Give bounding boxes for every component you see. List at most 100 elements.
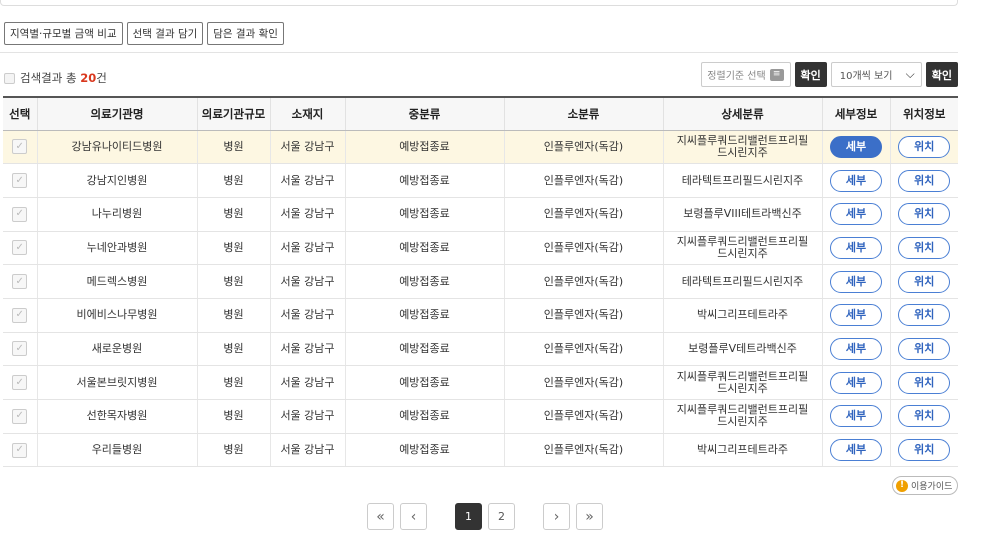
location-info-cell: 위치 — [889, 197, 958, 232]
detail-button[interactable]: 세부 — [830, 337, 882, 360]
mid-category-cell: 예방접종료 — [344, 298, 504, 333]
detail-info-cell: 세부 — [821, 433, 890, 468]
location-button[interactable]: 위치 — [898, 371, 951, 394]
detail-button[interactable]: 세부 — [830, 405, 882, 428]
location-cell: 서울 강남구 — [269, 433, 345, 468]
list-icon: ≡ — [769, 68, 784, 81]
institution-size-cell: 병원 — [196, 332, 270, 367]
info-icon: ! — [896, 479, 908, 492]
mid-category-cell: 예방접종료 — [344, 197, 504, 232]
next-page-icon[interactable]: › — [543, 503, 570, 530]
pagination: « ‹ 1 2 › » — [367, 503, 603, 530]
detail-button[interactable]: 세부 — [830, 169, 882, 192]
row-checkbox[interactable]: ✓ — [12, 307, 28, 323]
table-row: ✓ 나누리병원 병원 서울 강남구 예방접종료 인플루엔자(독감) 보령플루VIII테트라백… — [3, 197, 958, 232]
page-size-select[interactable]: 10개씩 보기 ⌵ — [830, 62, 922, 87]
location-button[interactable]: 위치 — [898, 405, 951, 428]
location-button[interactable]: 위치 — [898, 135, 951, 158]
table-row: ✓ 새로운병원 병원 서울 강남구 예방접종료 인플루엔자(독감) 보령플루Ⅴ테트라백신주 세… — [3, 332, 958, 367]
row-checkbox[interactable]: ✓ — [12, 341, 28, 357]
institution-size-cell: 병원 — [196, 264, 270, 299]
compare-price-button[interactable]: 지역별·규모별 금액 비교 — [4, 22, 123, 45]
row-checkbox[interactable]: ✓ — [12, 173, 28, 189]
result-count-number: 20 — [80, 71, 97, 85]
header-sub-category: 소분류 — [503, 96, 663, 131]
location-info-cell: 위치 — [889, 332, 958, 367]
add-selected-button[interactable]: 선택 결과 담기 — [126, 22, 204, 45]
detail-category-cell: 지씨플루쿼드리밸런트프리필 드시린지주 — [662, 231, 822, 266]
detail-button[interactable]: 세부 — [830, 304, 882, 327]
mid-category-cell: 예방접종료 — [344, 433, 504, 468]
location-button[interactable]: 위치 — [898, 270, 951, 293]
institution-size-cell: 병원 — [196, 130, 270, 165]
location-cell: 서울 강남구 — [269, 231, 345, 266]
last-page-icon[interactable]: » — [576, 503, 603, 530]
row-checkbox[interactable]: ✓ — [12, 442, 28, 458]
location-cell: 서울 강남구 — [269, 264, 345, 299]
detail-button[interactable]: 세부 — [830, 270, 882, 293]
location-button[interactable]: 위치 — [898, 236, 951, 259]
header-institution-size: 의료기관규모 — [196, 96, 270, 131]
select-all-checkbox[interactable] — [4, 72, 15, 84]
detail-category-cell: 보령플루VIII테트라백신주 — [662, 197, 822, 232]
location-button[interactable]: 위치 — [898, 439, 951, 462]
detail-category-line: 테라텍트프리필드시린지주 — [681, 274, 804, 288]
sort-select-button[interactable]: 정렬기준 선택 ≡ — [700, 62, 791, 87]
row-select-cell: ✓ — [3, 365, 37, 400]
sub-category-cell: 인플루엔자(독감) — [503, 365, 663, 400]
result-count: 검색결과 총 20건 — [4, 70, 107, 86]
page-size-confirm-button[interactable]: 확인 — [925, 62, 958, 87]
detail-category-cell: 박씨그리프테트라주 — [662, 433, 822, 468]
institution-name-cell: 강남유나이티드병원 — [36, 130, 197, 165]
header-detail-info: 세부정보 — [821, 96, 890, 131]
location-info-cell: 위치 — [889, 130, 958, 165]
row-select-cell: ✓ — [3, 332, 37, 367]
view-selected-button[interactable]: 담은 결과 확인 — [207, 22, 284, 45]
prev-page-icon[interactable]: ‹ — [400, 503, 427, 530]
detail-info-cell: 세부 — [821, 298, 890, 333]
institution-size-cell: 병원 — [196, 163, 270, 198]
location-info-cell: 위치 — [889, 231, 958, 266]
row-checkbox[interactable]: ✓ — [12, 139, 28, 155]
header-select: 선택 — [3, 96, 37, 131]
location-button[interactable]: 위치 — [898, 203, 951, 226]
detail-category-cell: 보령플루Ⅴ테트라백신주 — [662, 332, 822, 367]
divider — [0, 52, 958, 53]
header-location: 소재지 — [269, 96, 345, 131]
location-cell: 서울 강남구 — [269, 197, 345, 232]
table-header-row: 선택 의료기관명 의료기관규모 소재지 중분류 소분류 상세분류 세부정보 위치… — [3, 96, 958, 131]
detail-info-cell: 세부 — [821, 332, 890, 367]
detail-category-cell: 테라텍트프리필드시린지주 — [662, 163, 822, 198]
sort-confirm-button[interactable]: 확인 — [794, 62, 827, 87]
location-button[interactable]: 위치 — [898, 169, 951, 192]
location-cell: 서울 강남구 — [269, 130, 345, 165]
row-checkbox[interactable]: ✓ — [12, 206, 28, 222]
mid-category-cell: 예방접종료 — [344, 231, 504, 266]
row-checkbox[interactable]: ✓ — [12, 240, 28, 256]
usage-guide-button[interactable]: ! 이용가이드 — [892, 476, 959, 495]
institution-size-cell: 병원 — [196, 399, 270, 434]
detail-button[interactable]: 세부 — [830, 439, 882, 462]
location-button[interactable]: 위치 — [898, 337, 951, 360]
detail-category-line: 박씨그리프테트라주 — [696, 308, 789, 322]
detail-button[interactable]: 세부 — [830, 236, 882, 259]
location-info-cell: 위치 — [889, 365, 958, 400]
institution-name-cell: 비에비스나무병원 — [36, 298, 197, 333]
detail-info-cell: 세부 — [821, 231, 890, 266]
first-page-icon[interactable]: « — [367, 503, 394, 530]
row-checkbox[interactable]: ✓ — [12, 408, 28, 424]
detail-category-line: 드시린지주 — [717, 415, 768, 429]
page-1-button[interactable]: 1 — [455, 503, 482, 530]
location-info-cell: 위치 — [889, 264, 958, 299]
detail-button[interactable]: 세부 — [830, 135, 882, 158]
sub-category-cell: 인플루엔자(독감) — [503, 231, 663, 266]
location-cell: 서울 강남구 — [269, 399, 345, 434]
location-button[interactable]: 위치 — [898, 304, 951, 327]
detail-button[interactable]: 세부 — [830, 371, 882, 394]
page-2-button[interactable]: 2 — [488, 503, 515, 530]
detail-info-cell: 세부 — [821, 163, 890, 198]
row-checkbox[interactable]: ✓ — [12, 274, 28, 290]
row-checkbox[interactable]: ✓ — [12, 375, 28, 391]
detail-button[interactable]: 세부 — [830, 203, 882, 226]
row-select-cell: ✓ — [3, 231, 37, 266]
